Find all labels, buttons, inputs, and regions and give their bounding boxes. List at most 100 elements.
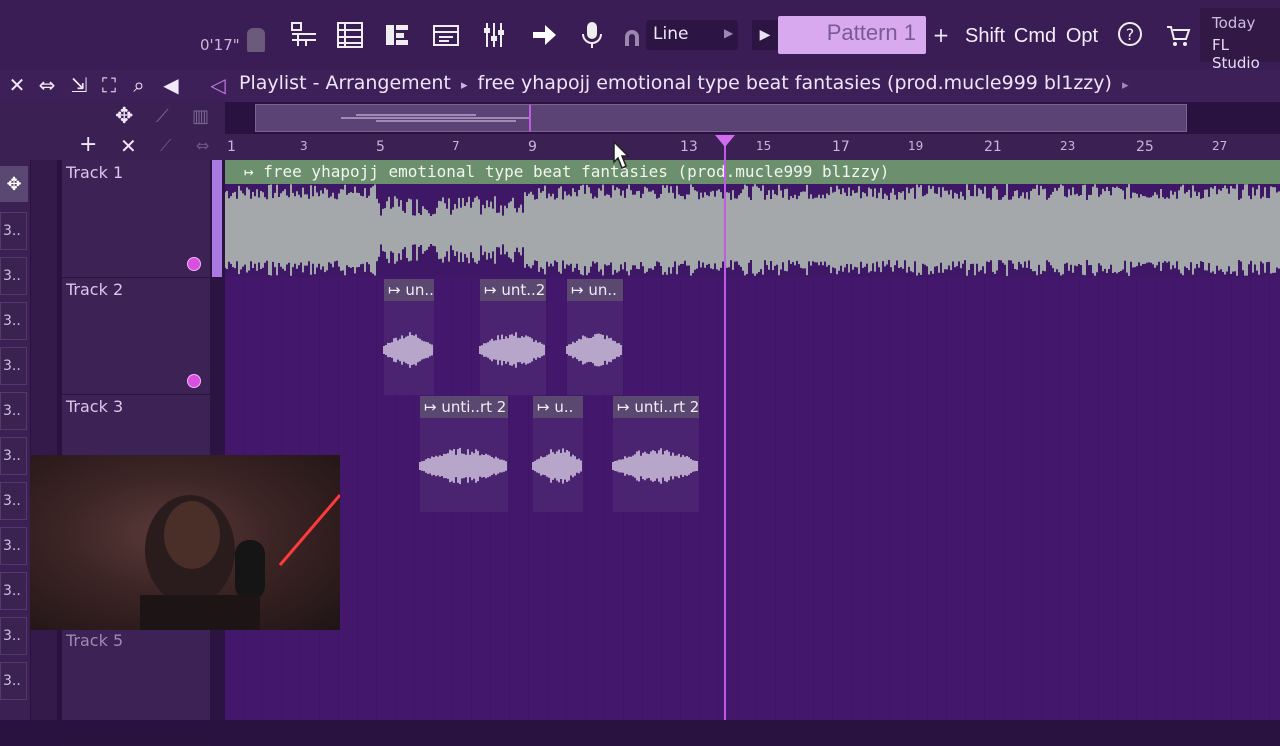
- audio-clip-waveform[interactable]: [225, 184, 1280, 277]
- snap-mode-value: Line: [653, 24, 689, 44]
- mixer-step-icon: [386, 25, 408, 45]
- pattern-menu-button[interactable]: ▶: [752, 20, 778, 50]
- track-enable-led[interactable]: [187, 257, 201, 271]
- add-track-button[interactable]: +: [79, 132, 97, 157]
- bar-number: 13: [680, 139, 698, 155]
- bar-number: 5: [376, 139, 385, 155]
- automation-icon[interactable]: ⟋: [156, 106, 169, 127]
- speaker-icon[interactable]: ◁: [205, 72, 231, 98]
- link-icon[interactable]: ⟋: [160, 136, 171, 156]
- audio-clip-name: free yhapojj emotional type beat fantasi…: [263, 162, 890, 181]
- strip-item[interactable]: 3..: [0, 347, 27, 385]
- clip-waveform-path: [479, 332, 545, 368]
- help-button[interactable]: ?: [1110, 14, 1150, 56]
- pointer-tool-icon[interactable]: ⇲: [66, 72, 92, 98]
- chevron-right-icon: ▶: [724, 26, 734, 40]
- next-button[interactable]: [524, 14, 564, 56]
- record-audio-button[interactable]: [572, 14, 612, 56]
- cmd-key-button[interactable]: Cmd: [1012, 20, 1058, 52]
- strip-item[interactable]: 3..: [0, 617, 27, 655]
- clip-arrow-icon: ↦: [388, 281, 406, 299]
- strip-item[interactable]: 3..: [0, 482, 27, 520]
- pattern-name: Pattern 1: [826, 20, 916, 45]
- playlist-name: Playlist - Arrangement: [239, 72, 451, 94]
- step-sequencer-button[interactable]: [378, 14, 418, 56]
- song-time-readout: 0'17": [200, 36, 240, 54]
- piano-roll-button[interactable]: [284, 14, 324, 56]
- piano-roll-icon: [291, 22, 316, 46]
- add-pattern-button[interactable]: +: [928, 20, 954, 50]
- bar-number: 3: [300, 139, 308, 153]
- track-name: Track 2: [66, 280, 124, 299]
- strip-item[interactable]: 3..: [0, 392, 27, 430]
- close-tool-icon[interactable]: ✕: [4, 72, 30, 98]
- clip-name: unt..2: [501, 281, 546, 299]
- volume-icon[interactable]: ◀: [158, 72, 184, 98]
- shop-button[interactable]: [1158, 14, 1198, 56]
- track-1-color-bar: [212, 160, 222, 277]
- mixer-icon: [484, 23, 504, 47]
- fullscreen-icon[interactable]: ⛶: [96, 72, 122, 98]
- webcam-overlay: [30, 455, 342, 630]
- channel-rack-button[interactable]: [330, 14, 370, 56]
- pattern-clip-icon[interactable]: ▥: [192, 106, 209, 127]
- magnet-icon[interactable]: [622, 28, 642, 48]
- breadcrumb-separator: ▸: [460, 78, 468, 93]
- clip-arrow-icon: ↦: [571, 281, 589, 299]
- strip-item[interactable]: 3..: [0, 302, 27, 340]
- arrow-right-icon: [533, 25, 556, 45]
- strip-item[interactable]: 3..: [0, 212, 27, 250]
- bar-number: 1: [227, 139, 236, 155]
- opt-key-button[interactable]: Opt: [1062, 20, 1102, 52]
- time-knob-icon[interactable]: [247, 28, 265, 52]
- audio-track-icon[interactable]: ✥: [0, 166, 28, 202]
- clip-waveform-path: [419, 447, 507, 485]
- bar-number: 27: [1212, 139, 1228, 153]
- strip-item[interactable]: 3..: [0, 527, 27, 565]
- strip-item[interactable]: 3..: [0, 257, 27, 295]
- audio-clip-icon[interactable]: ✥: [115, 104, 133, 129]
- clip-name: un..: [405, 281, 434, 299]
- browser-button[interactable]: [426, 14, 466, 56]
- audio-clip-label: ↦ free yhapojj emotional type beat fanta…: [244, 162, 889, 181]
- playhead-marker-icon[interactable]: [715, 135, 735, 147]
- hint-app-text: FL Studio: [1212, 36, 1260, 72]
- track-enable-led[interactable]: [187, 374, 201, 388]
- hint-today-text: Today: [1212, 14, 1256, 32]
- waveform-path: [225, 184, 1280, 276]
- microphone-icon: [582, 22, 602, 48]
- shift-key-button[interactable]: Shift: [962, 20, 1008, 52]
- delete-icon[interactable]: ✕: [120, 134, 137, 158]
- clip-tag[interactable]: ↦ un..: [384, 279, 434, 301]
- playhead-line[interactable]: [724, 140, 726, 720]
- strip-scrollbar[interactable]: [31, 160, 57, 720]
- overview-waveform: [341, 105, 531, 131]
- clip-waveform-path: [532, 448, 582, 484]
- strip-item[interactable]: 3..: [0, 662, 27, 700]
- bar-number: 21: [984, 139, 1002, 155]
- track-name: Track 5: [66, 631, 124, 650]
- clip-arrow-icon: ↦: [484, 281, 502, 299]
- hand-cursor-icon: [613, 140, 630, 170]
- clip-tag[interactable]: ↦ unt..2: [480, 279, 546, 301]
- help-icon: ?: [1118, 22, 1142, 46]
- track-name: Track 3: [66, 397, 124, 416]
- strip-item[interactable]: 3..: [0, 572, 27, 610]
- zoom-icon[interactable]: ⌕: [126, 72, 152, 98]
- track-name: Track 1: [66, 163, 124, 182]
- bar-number: 9: [528, 139, 537, 155]
- mixer-button[interactable]: [474, 14, 514, 56]
- svg-text:?: ?: [1126, 25, 1135, 44]
- breadcrumb-separator: ▸: [1121, 78, 1129, 93]
- bar-number: 25: [1136, 139, 1154, 155]
- shop-icon: [1167, 26, 1191, 46]
- channel-rack-icon: [337, 22, 363, 48]
- bar-number: 19: [908, 139, 924, 153]
- strip-item[interactable]: 3..: [0, 437, 27, 475]
- arrows-icon[interactable]: ⇔: [196, 136, 209, 155]
- playlist-title: Playlist - Arrangement ▸ free yhapojj em…: [239, 72, 1129, 94]
- clip-tag[interactable]: ↦ un..: [567, 279, 623, 301]
- resize-arrows-icon[interactable]: ⇔: [34, 72, 60, 98]
- clip-name: un..: [588, 281, 617, 299]
- playlist-overview[interactable]: [255, 104, 1187, 132]
